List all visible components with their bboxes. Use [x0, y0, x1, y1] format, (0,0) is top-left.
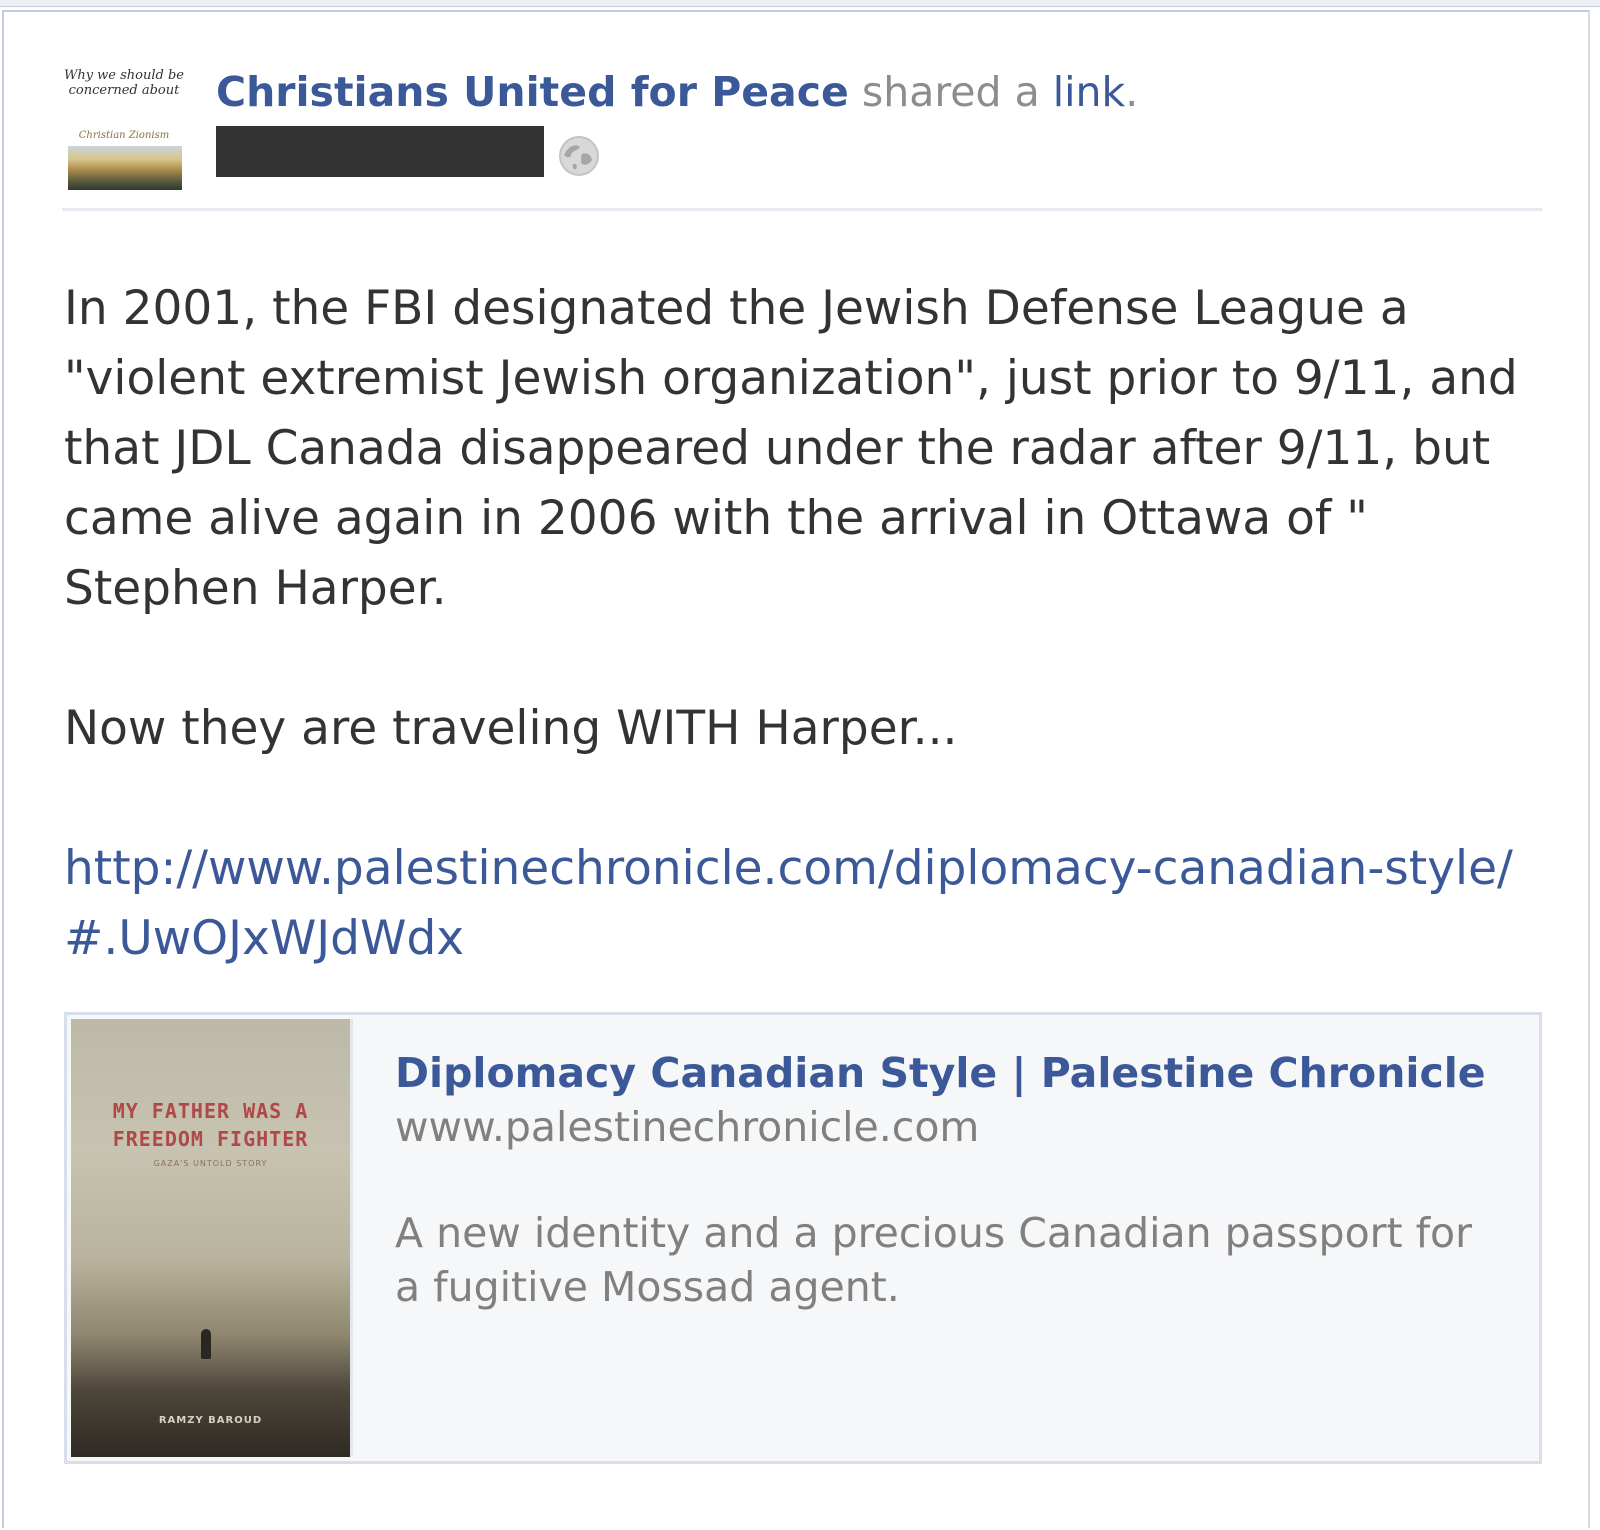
redacted-timestamp	[216, 126, 544, 177]
author-avatar[interactable]: Why we should be concerned about Christi…	[62, 60, 186, 192]
shared-url-link[interactable]: http://www.palestinechronicle.com/diplom…	[64, 841, 1513, 966]
avatar-subcaption: Christian Zionism	[78, 130, 170, 141]
page-top-edge	[0, 0, 1600, 7]
thumbnail-book-title: MY FATHER WAS A FREEDOM FIGHTER	[112, 1099, 309, 1151]
author-name-link[interactable]: Christians United for Peace	[216, 68, 849, 116]
thumbnail-figure	[201, 1329, 211, 1359]
shared-text: shared a	[848, 68, 1053, 116]
message-paragraph: In 2001, the FBI designated the Jewish D…	[64, 281, 1518, 616]
feed-post: Why we should be concerned about Christi…	[2, 10, 1590, 1528]
preview-domain: www.palestinechronicle.com	[395, 1103, 980, 1151]
avatar-caption: Why we should be concerned about	[63, 68, 185, 98]
header-divider	[62, 208, 1542, 211]
message-paragraph: Now they are traveling WITH Harper...	[64, 701, 958, 756]
thumbnail-book-subtitle: GAZA'S UNTOLD STORY	[153, 1159, 268, 1168]
link-preview-card[interactable]: MY FATHER WAS A FREEDOM FIGHTER GAZA'S U…	[64, 1012, 1542, 1464]
post-message: In 2001, the FBI designated the Jewish D…	[64, 274, 1534, 974]
post-header: Christians United for Peace shared a lin…	[216, 66, 1138, 118]
avatar-image	[68, 146, 182, 190]
preview-description: A new identity and a precious Canadian p…	[395, 1209, 1472, 1311]
preview-title-link[interactable]: Diplomacy Canadian Style | Palestine Chr…	[395, 1047, 1486, 1099]
globe-icon[interactable]	[558, 135, 600, 177]
preview-thumbnail[interactable]: MY FATHER WAS A FREEDOM FIGHTER GAZA'S U…	[71, 1019, 353, 1457]
shared-text-end: .	[1125, 68, 1139, 116]
shared-link-type-link[interactable]: link	[1053, 68, 1126, 116]
thumbnail-book-author: RAMZY BAROUD	[158, 1415, 263, 1426]
